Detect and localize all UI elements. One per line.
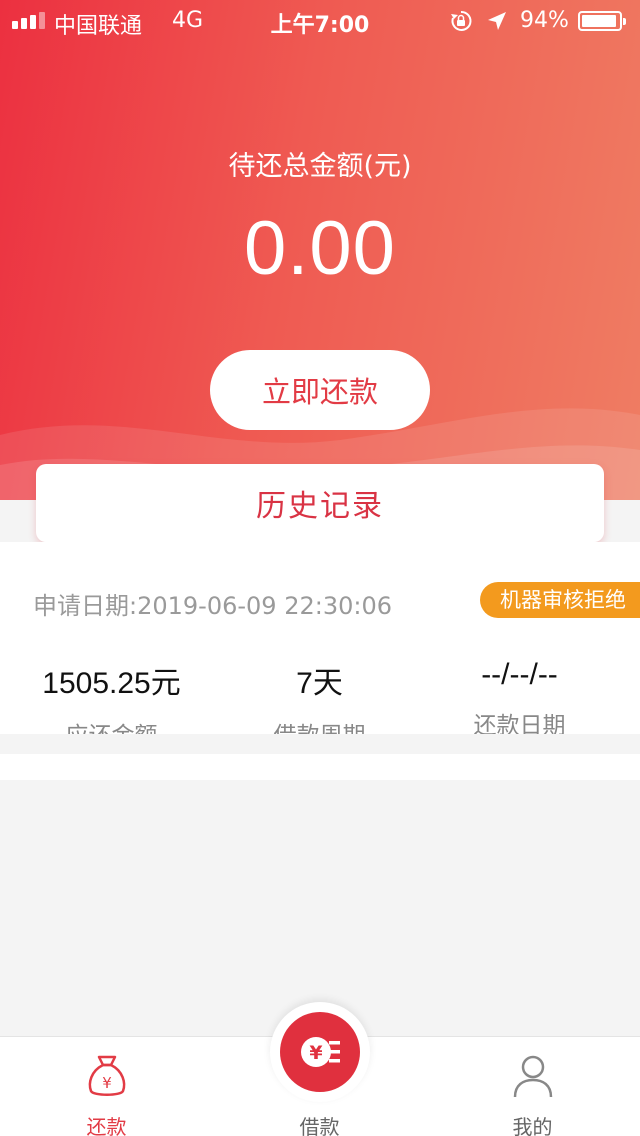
- svg-text:¥: ¥: [102, 1074, 112, 1092]
- tab-repay-label: 还款: [86, 1115, 127, 1136]
- list-placeholder-row: [0, 754, 640, 780]
- loan-record-card[interactable]: 申请日期:2019-06-09 22:30:06 机器审核拒绝 1505.25元…: [0, 542, 640, 734]
- status-bar: 中国联通 4G 上午7:00 94%: [0, 0, 640, 42]
- total-due-label: 待还总金额(元): [228, 151, 412, 182]
- battery-icon: [578, 11, 626, 31]
- repay-date-value: --/--/--: [481, 658, 558, 691]
- status-badge: 机器审核拒绝: [480, 582, 640, 618]
- svg-text:¥: ¥: [309, 1042, 322, 1064]
- history-records-button[interactable]: 历史记录: [36, 464, 604, 542]
- amount-due-label: 应还金额: [5, 716, 218, 734]
- repay-date-label: 还款日期: [473, 713, 566, 734]
- yuan-coin-icon: ¥: [301, 1037, 340, 1067]
- tab-mine[interactable]: 我的: [426, 1037, 639, 1136]
- loan-term-value: 7天: [296, 667, 343, 700]
- tab-mine-label: 我的: [512, 1115, 553, 1136]
- loan-term-label: 借款周期: [213, 716, 426, 734]
- amount-due-stat: 1505.25元 应还金额: [5, 658, 218, 734]
- battery-percent: 94%: [520, 8, 569, 33]
- orientation-lock-icon: [451, 10, 472, 31]
- repay-now-button[interactable]: 立即还款: [210, 350, 430, 430]
- amount-due-value: 1505.25元: [42, 667, 181, 700]
- user-icon: [513, 1055, 552, 1098]
- total-due-amount: 0.00: [244, 206, 396, 291]
- battery-level: [582, 15, 616, 27]
- money-bag-icon: ¥: [88, 1055, 125, 1096]
- loan-term-stat: 7天 借款周期: [213, 658, 426, 734]
- tab-borrow-label: 借款: [299, 1115, 340, 1136]
- repay-date-stat: --/--/-- 还款日期: [413, 658, 626, 734]
- borrow-center-button[interactable]: ¥: [280, 1012, 360, 1092]
- location-arrow-icon: [488, 12, 506, 30]
- tab-repay[interactable]: ¥ 还款: [0, 1037, 213, 1136]
- apply-date: 申请日期:2019-06-09 22:30:06: [33, 592, 392, 620]
